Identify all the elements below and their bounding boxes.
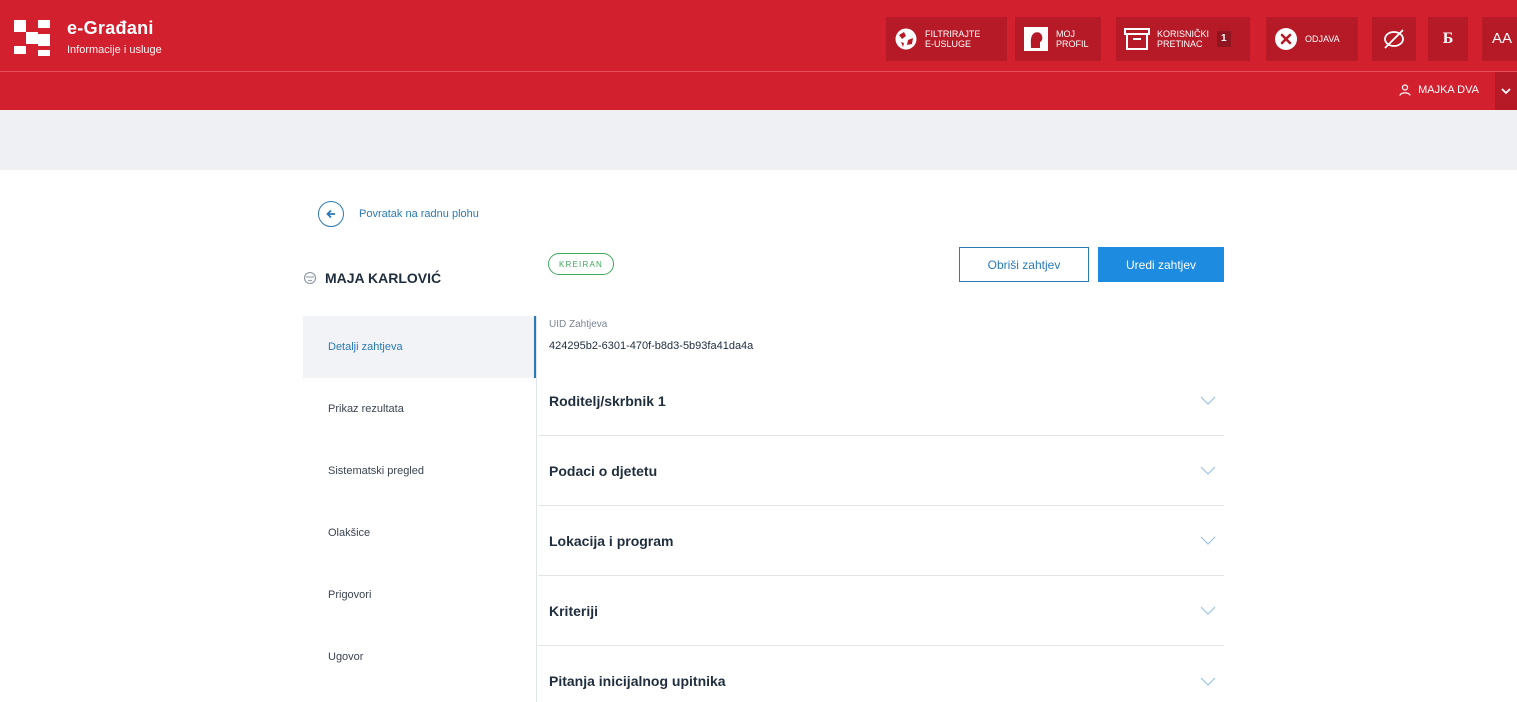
my-profile-label: MOJ PROFIL (1056, 29, 1089, 49)
chevron-down-icon (1501, 87, 1511, 94)
close-circle-icon (1275, 28, 1297, 50)
logout-label: ODJAVA (1305, 34, 1340, 44)
inbox-button[interactable]: KORISNIČKI PRETINAC 1 (1116, 17, 1250, 61)
accordion-title: Roditelj/skrbnik 1 (549, 392, 666, 409)
chevron-down-icon (1200, 606, 1216, 615)
logout-button[interactable]: ODJAVA (1266, 17, 1358, 61)
user-menu[interactable]: MAJKA DVA (1399, 84, 1479, 96)
delete-request-button[interactable]: Obriši zahtjev (959, 247, 1089, 282)
arrow-left-icon (318, 201, 344, 227)
top-header: e-Građani Informacije i usluge FILTRIRAJ… (0, 0, 1517, 72)
filter-services-label: FILTRIRAJTE E-USLUGE (925, 29, 981, 49)
accordion-criteria[interactable]: Kriteriji (538, 576, 1224, 646)
back-link-label: Povratak na radnu plohu (359, 208, 479, 220)
user-dropdown-toggle[interactable] (1495, 72, 1517, 110)
chevron-down-icon (1200, 466, 1216, 475)
inbox-count-badge: 1 (1217, 31, 1231, 47)
chevron-down-icon (1200, 396, 1216, 405)
filter-globe-icon (895, 28, 917, 50)
sidebar-item-complaints[interactable]: Prigovori (303, 564, 537, 626)
child-face-icon (303, 271, 317, 285)
uid-value: 424295b2-6301-470f-b8d3-5b93fa41da4a (549, 340, 754, 352)
my-profile-button[interactable]: MOJ PROFIL (1015, 17, 1101, 61)
status-badge: KREIRAN (548, 253, 614, 275)
person-heading: MAJA KARLOVIĆ (303, 270, 441, 286)
back-to-dashboard-link[interactable]: Povratak na radnu plohu (318, 201, 479, 227)
sidebar-item-request-details[interactable]: Detalji zahtjeva (303, 316, 537, 378)
inbox-label: KORISNIČKI PRETINAC (1157, 29, 1210, 49)
sidebar-item-results[interactable]: Prikaz rezultata (303, 378, 537, 440)
accessibility-toggle-button[interactable] (1372, 17, 1416, 61)
chevron-down-icon (1200, 536, 1216, 545)
eye-off-icon (1384, 29, 1404, 49)
brand-subtitle: Informacije i usluge (67, 44, 162, 56)
sidebar-nav: Detalji zahtjeva Prikaz rezultata Sistem… (303, 316, 537, 688)
sidebar-item-medical-checkup[interactable]: Sistematski pregled (303, 440, 537, 502)
sidebar-item-contract[interactable]: Ugovor (303, 626, 537, 688)
edit-request-button[interactable]: Uredi zahtjev (1098, 247, 1224, 282)
brand-title[interactable]: e-Građani (67, 18, 154, 39)
inbox-box-icon (1124, 28, 1150, 50)
accordion-title: Lokacija i program (549, 532, 674, 549)
accordion-title: Podaci o djetetu (549, 462, 658, 479)
chevron-down-icon (1200, 677, 1216, 686)
sidebar-item-discounts[interactable]: Olakšice (303, 502, 537, 564)
filter-services-button[interactable]: FILTRIRAJTE E-USLUGE (886, 17, 1007, 61)
accordion-child-data[interactable]: Podaci o djetetu (538, 436, 1224, 506)
profile-head-icon (1024, 27, 1048, 51)
user-icon (1399, 84, 1411, 96)
accordion-initial-questionnaire[interactable]: Pitanja inicijalnog upitnika (538, 646, 1224, 702)
script-toggle-button[interactable]: Б (1428, 17, 1468, 61)
details-accordion: Roditelj/skrbnik 1 Podaci o djetetu Loka… (538, 366, 1224, 702)
person-name: MAJA KARLOVIĆ (325, 270, 442, 286)
uid-label: UID Zahtjeva (549, 319, 608, 330)
accordion-location-program[interactable]: Lokacija i program (538, 506, 1224, 576)
accordion-title: Pitanja inicijalnog upitnika (549, 673, 726, 689)
user-bar: MAJKA DVA (0, 72, 1517, 110)
page-band (0, 110, 1517, 170)
user-name-label: MAJKA DVA (1418, 84, 1479, 96)
page: e-Građani Informacije i usluge FILTRIRAJ… (0, 0, 1517, 702)
accordion-parent-guardian[interactable]: Roditelj/skrbnik 1 (538, 366, 1224, 436)
sidebar-divider (536, 316, 537, 702)
accordion-title: Kriteriji (549, 602, 599, 619)
font-size-toggle-button[interactable]: AA (1482, 17, 1517, 61)
checkerboard-logo-icon[interactable] (14, 20, 52, 58)
